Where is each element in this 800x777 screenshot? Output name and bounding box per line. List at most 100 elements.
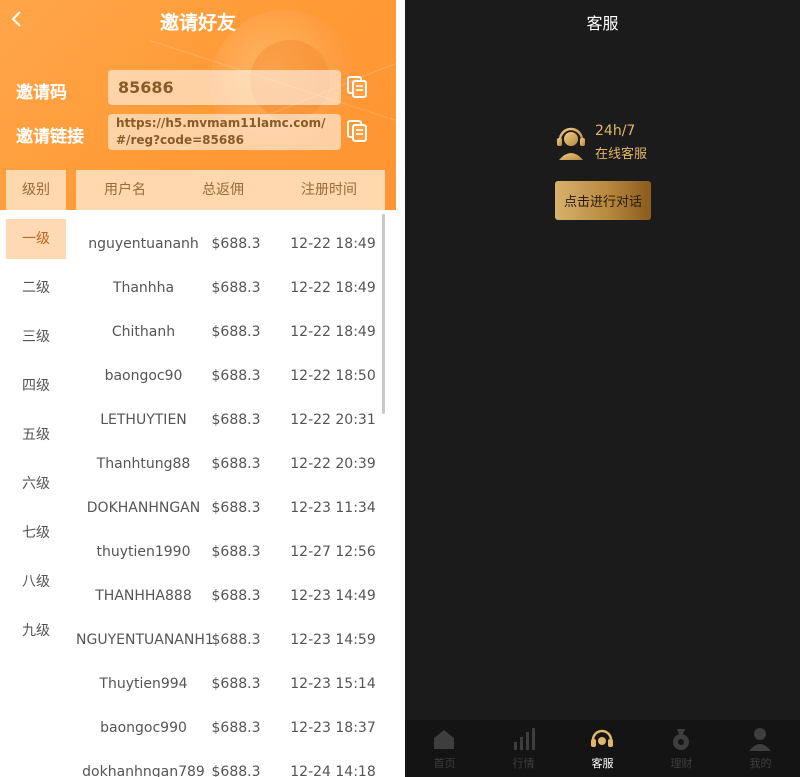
level-column-header: 级别 [6,170,66,210]
level-tab-6[interactable]: 六级 [6,464,66,504]
register-time-cell: 12-22 18:49 [290,280,376,296]
invite-header-banner: 邀请好友 邀请码 85686 邀请链接 https://h5.mvmam11la… [0,0,396,210]
username-cell: baongoc90 [104,368,183,384]
tab-home[interactable]: 首页 [405,720,484,777]
bottom-tab-bar: 首页 行情 客服 理财 我的 [405,720,800,777]
register-time-cell: 12-23 14:59 [290,632,376,648]
tab-label: 行情 [512,757,535,770]
table-row: baongoc90 $688.3 12-22 18:50 [76,354,381,398]
table-row: nguyentuananh $688.3 12-22 18:49 [76,222,381,266]
level-tab-9[interactable]: 九级 [6,611,66,651]
online-service-label: 在线客服 [595,147,648,162]
register-time-cell: 12-27 12:56 [290,544,376,560]
rebate-cell: $688.3 [211,544,261,560]
home-icon [434,730,454,749]
tab-label: 理财 [670,757,693,770]
rebate-cell: $688.3 [211,632,261,648]
rebate-cell: $688.3 [211,456,261,472]
rebate-cell: $688.3 [211,368,261,384]
table-row: Chithanh $688.3 12-22 18:49 [76,310,381,354]
copy-icon [347,76,367,98]
tab-profile[interactable]: 我的 [721,720,800,777]
username-cell: Thanhtung88 [96,456,191,472]
rebate-cell: $688.3 [211,588,261,604]
username-cell: Thanhha [112,280,175,296]
service-hours: 24h/7 [595,123,636,139]
rebate-cell: $688.3 [211,764,261,777]
table-row: THANHHA888 $688.3 12-23 14:49 [76,574,381,618]
invite-code-field[interactable]: 85686 [108,70,341,105]
customer-service-panel: 客服 24h/7 在线客服 点击进行对话 首页 行情 客服 理财 我的 [405,0,800,777]
referral-table-body: nguyentuananh $688.3 12-22 18:49 Thanhha… [76,210,381,777]
table-row: DOKHANHNGAN $688.3 12-23 11:34 [76,486,381,530]
table-row: LETHUYTIEN $688.3 12-22 20:31 [76,398,381,442]
table-row: Thuytien994 $688.3 12-23 15:14 [76,662,381,706]
copy-code-button[interactable] [346,75,368,99]
username-cell: NGUYENTUANANH1 [76,632,214,648]
chart-bars-icon [514,728,535,750]
user-icon [749,728,771,751]
register-time-cell: 12-22 20:31 [290,412,376,428]
rebate-column-header: 总返佣 [202,182,244,198]
username-cell: nguyentuananh [88,236,199,252]
rebate-cell: $688.3 [211,412,261,428]
rebate-cell: $688.3 [211,280,261,296]
username-cell: dokhanhngan789 [82,764,205,777]
register-time-cell: 12-23 11:34 [290,500,376,516]
tab-market[interactable]: 行情 [484,720,563,777]
tab-service[interactable]: 客服 [563,720,642,777]
table-row: baongoc990 $688.3 12-23 18:37 [76,706,381,750]
rebate-cell: $688.3 [211,324,261,340]
headset-icon [591,729,613,747]
register-time-cell: 12-22 18:49 [290,236,376,252]
level-tab-4[interactable]: 四级 [6,366,66,406]
tab-finance[interactable]: 理财 [642,720,721,777]
register-time-cell: 12-23 15:14 [290,676,376,692]
table-row: thuytien1990 $688.3 12-27 12:56 [76,530,381,574]
copy-link-button[interactable] [346,119,368,143]
register-time-cell: 12-23 14:49 [290,588,376,604]
level-tab-3[interactable]: 三级 [6,317,66,357]
username-cell: THANHHA888 [95,588,192,604]
register-time-cell: 12-22 18:49 [290,324,376,340]
username-cell: DOKHANHNGAN [86,500,201,516]
copy-icon [347,120,367,142]
username-cell: Chithanh [111,324,176,340]
level-tab-5[interactable]: 五级 [6,415,66,455]
rebate-cell: $688.3 [211,720,261,736]
username-column-header: 用户名 [104,182,146,198]
register-time-cell: 12-22 20:39 [290,456,376,472]
table-row: dokhanhngan789 $688.3 12-24 14:18 [76,750,381,777]
start-chat-button[interactable]: 点击进行对话 [555,181,651,220]
register-time-cell: 12-23 18:37 [290,720,376,736]
rebate-cell: $688.3 [211,236,261,252]
username-cell: baongoc990 [100,720,187,736]
money-bag-icon [673,729,689,750]
support-agent-icon [557,127,585,160]
level-tab-2[interactable]: 二级 [6,268,66,308]
register-time-column-header: 注册时间 [301,182,357,198]
rebate-cell: $688.3 [211,676,261,692]
tab-label: 首页 [433,757,456,770]
username-cell: LETHUYTIEN [100,412,187,428]
invite-friends-panel: 邀请好友 邀请码 85686 邀请链接 https://h5.mvmam11la… [0,0,396,777]
invite-link-field[interactable]: https://h5.mvmam11lamc.com/#/reg?code=85… [108,114,341,150]
username-cell: Thuytien994 [99,676,188,692]
page-title: 客服 [586,14,619,33]
level-tab-7[interactable]: 七级 [6,513,66,553]
table-row: NGUYENTUANANH1 $688.3 12-23 14:59 [76,618,381,662]
level-tab-8[interactable]: 八级 [6,562,66,602]
register-time-cell: 12-24 14:18 [290,764,376,777]
register-time-cell: 12-22 18:50 [290,368,376,384]
invite-link-label: 邀请链接 [16,127,84,147]
tab-label: 客服 [591,757,614,770]
page-title: 邀请好友 [159,12,236,34]
table-row: Thanhtung88 $688.3 12-22 20:39 [76,442,381,486]
rebate-cell: $688.3 [211,500,261,516]
level-tab-1[interactable]: 一级 [6,219,66,259]
invite-code-label: 邀请码 [16,83,67,103]
table-header: 用户名 总返佣 注册时间 [76,170,385,210]
table-scrollbar[interactable] [382,214,385,414]
table-row: Thanhha $688.3 12-22 18:49 [76,266,381,310]
tab-label: 我的 [749,757,772,770]
